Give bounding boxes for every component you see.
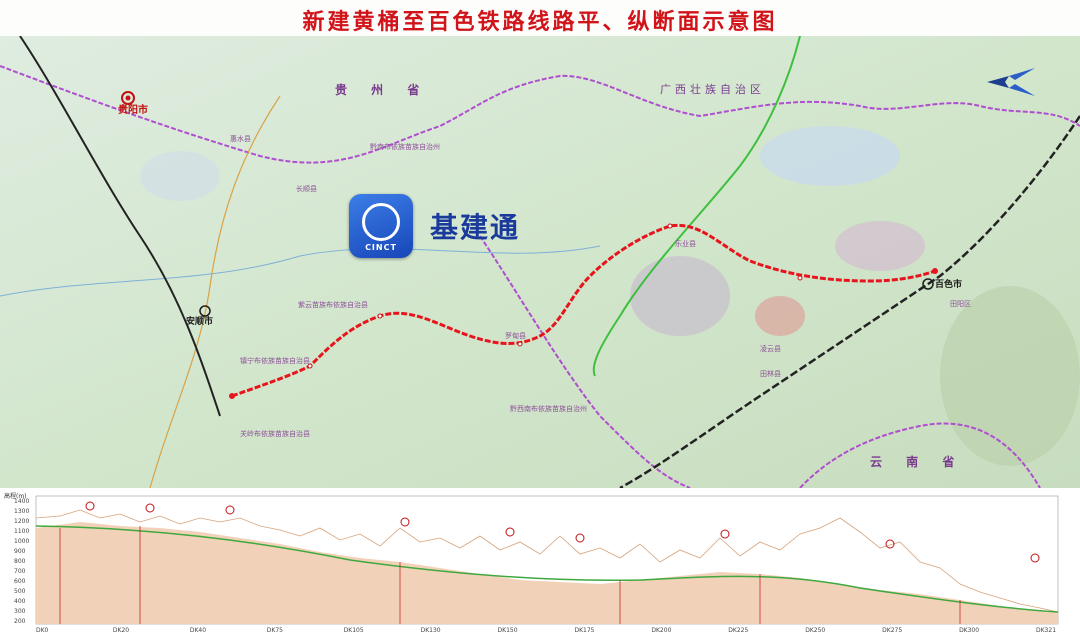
mileage-tick-label: DK250	[805, 627, 826, 634]
elevation-tick-label: 500	[14, 588, 26, 595]
mileage-tick-label: DK175	[574, 627, 595, 634]
city-label-anshun: 安顺市	[186, 317, 214, 327]
mileage-tick-label: DK20	[112, 627, 130, 634]
elevation-tick-label: 700	[14, 568, 26, 575]
county-label-lingyun: 凌云县	[760, 345, 781, 353]
logo-text: CINCT	[365, 243, 397, 252]
mountain-area	[940, 286, 1080, 466]
county-label-leye: 乐业县	[675, 240, 696, 248]
city-label-guiyang: 贵阳市	[118, 105, 148, 116]
prefecture-label-qianxinan: 黔西南布依族苗族自治州	[510, 405, 587, 413]
profile-canvas	[35, 495, 1059, 625]
elevation-tick-label: 800	[14, 558, 26, 565]
county-label-ziyun: 紫云苗族布依族自治县	[298, 301, 368, 309]
nature-reserve	[835, 221, 925, 271]
title-bar: 新建黄桶至百色铁路线路平、纵断面示意图	[0, 0, 1080, 36]
compass-icon	[987, 68, 1035, 96]
reservoir-area	[760, 126, 900, 186]
elevation-tick-label: 1000	[14, 538, 30, 545]
county-label-changshun: 长顺县	[296, 185, 317, 193]
lake-area	[140, 151, 220, 201]
mileage-tick-label: DK275	[882, 627, 903, 634]
map-area[interactable]: 贵 州 省 广西壮族自治区 云 南 省 黔南布依族苗族自治州 黔西南布依族苗族自…	[0, 36, 1080, 488]
watermark-logo: CINCT	[349, 194, 413, 258]
elevation-tick-label: 300	[14, 608, 26, 615]
nature-reserve	[755, 296, 805, 336]
route-terminal	[229, 393, 235, 399]
mileage-tick-label: DK75	[266, 627, 283, 634]
mileage-tick-label: DK105	[343, 627, 364, 634]
mileage-tick-label: DK0	[36, 627, 49, 634]
karst-area	[630, 256, 730, 336]
mileage-tick-label: DK200	[651, 627, 672, 634]
watermark-name: 基建通	[430, 211, 521, 244]
elevation-tick-label: 1300	[14, 508, 30, 515]
elevation-tick-label: 600	[14, 578, 26, 585]
mileage-tick-label: DK150	[497, 627, 518, 634]
county-label-tianyang: 田阳区	[950, 300, 971, 308]
county-label-tianlin: 田林县	[760, 370, 781, 378]
elevation-profile: 高程(m) 1400 1300 1200 1100 1000 900 800 700 600 50…	[0, 488, 1080, 637]
mileage-tick-label: DK40	[189, 627, 207, 634]
elevation-tick-label: 900	[14, 548, 26, 555]
county-label-guanling: 关岭布依族苗族自治县	[240, 430, 310, 438]
elevation-tick-label: 1200	[14, 518, 30, 525]
elevation-tick-label: 1400	[14, 498, 30, 505]
mileage-tick-label: DK300	[959, 627, 980, 634]
route-terminal	[932, 268, 938, 274]
mileage-tick-label: DK321	[1036, 627, 1057, 634]
province-label-yunnan: 云 南 省	[870, 455, 965, 469]
terrain-background	[0, 36, 1080, 488]
map-title: 新建黄桶至百色铁路线路平、纵断面示意图	[302, 9, 778, 35]
elevation-tick-label: 1100	[14, 528, 30, 535]
mileage-tick-label: DK225	[728, 627, 749, 634]
province-label-guizhou: 贵 州 省	[335, 83, 430, 97]
county-label-huishui: 惠水县	[230, 135, 251, 143]
mileage-tick-label: DK130	[420, 627, 441, 634]
county-label-zhenning: 镇宁布依族苗族自治县	[240, 357, 310, 365]
logo-ring-icon	[362, 203, 400, 241]
elevation-tick-label: 200	[14, 618, 26, 625]
city-label-baise: 百色市	[935, 280, 963, 290]
county-label-luodian: 罗甸县	[505, 332, 526, 340]
elevation-tick-label: 400	[14, 598, 26, 605]
map-canvas	[0, 36, 1080, 488]
province-label-guangxi: 广西壮族自治区	[660, 83, 765, 96]
prefecture-label-qiannan: 黔南布依族苗族自治州	[370, 143, 440, 151]
